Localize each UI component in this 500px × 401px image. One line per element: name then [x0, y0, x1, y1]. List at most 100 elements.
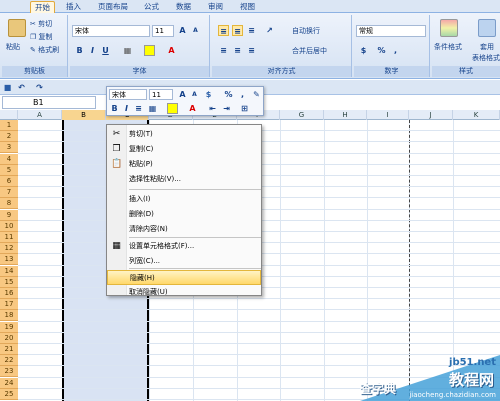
fill-color-icon[interactable] — [144, 45, 155, 56]
row-header[interactable]: 2 — [0, 131, 18, 143]
percent-button[interactable]: % — [376, 45, 387, 56]
row-header[interactable]: 3 — [0, 142, 18, 154]
conditional-format-button[interactable]: 条件格式 — [434, 41, 462, 53]
context-menu-item[interactable]: 隐藏(H) — [107, 270, 261, 285]
font-name-select[interactable]: 宋体 — [72, 25, 150, 37]
mini-italic-button[interactable]: I — [121, 103, 132, 114]
context-menu-item[interactable]: 删除(D) — [107, 207, 261, 222]
shrink-font-button[interactable]: A — [190, 25, 201, 36]
column-header[interactable]: I — [367, 110, 409, 120]
select-all-corner[interactable] — [0, 110, 18, 120]
row-header[interactable]: 22 — [0, 355, 18, 367]
underline-button[interactable]: U — [100, 45, 111, 56]
name-box[interactable]: B1 — [2, 96, 96, 109]
cut-button[interactable]: ✂ 剪切 — [30, 18, 52, 30]
column-header[interactable]: K — [453, 110, 500, 120]
align-bottom-icon[interactable]: ≡ — [246, 25, 257, 36]
column-header[interactable]: J — [409, 110, 453, 120]
mini-borders-icon[interactable]: ▦ — [147, 103, 158, 114]
row-header[interactable]: 11 — [0, 232, 18, 243]
save-icon[interactable]: ■ — [2, 82, 13, 93]
wrap-text-button[interactable]: 自动换行 — [292, 25, 320, 37]
align-middle-icon[interactable]: ≡ — [232, 25, 243, 36]
mini-merge-icon[interactable]: ⊞ — [239, 103, 250, 114]
comma-button[interactable]: , — [390, 45, 401, 56]
bold-button[interactable]: B — [74, 45, 85, 56]
row-header[interactable]: 4 — [0, 153, 18, 165]
column-header[interactable]: G — [280, 110, 324, 120]
row-header[interactable]: 5 — [0, 164, 18, 176]
mini-decrease-decimal-icon[interactable]: ⇤ — [207, 103, 218, 114]
row-header[interactable]: 8 — [0, 198, 18, 210]
row-header[interactable]: 13 — [0, 254, 18, 266]
orientation-icon[interactable]: ↗ — [264, 25, 275, 36]
context-menu-item[interactable]: 📋 粘贴(P) — [107, 157, 261, 172]
row-header[interactable]: 18 — [0, 310, 18, 322]
row-header[interactable]: 1 — [0, 120, 18, 131]
currency-icon[interactable]: $ — [358, 45, 369, 56]
column-header[interactable]: B — [62, 110, 106, 120]
tab-view[interactable]: 视图 — [236, 1, 259, 13]
row-header[interactable]: 10 — [0, 220, 18, 232]
merge-center-button[interactable]: 合并后居中 — [292, 45, 327, 57]
row-header[interactable]: 21 — [0, 344, 18, 355]
mini-font-select[interactable]: 宋体 — [109, 89, 147, 100]
context-menu-item[interactable]: ❐ 复制(C) — [107, 142, 261, 157]
context-menu-item[interactable]: ✂ 剪切(T) — [107, 127, 261, 142]
column-header[interactable]: A — [18, 110, 62, 120]
context-menu-item[interactable]: 列宽(C)... — [107, 254, 261, 269]
row-header[interactable]: 7 — [0, 187, 18, 199]
font-color-icon[interactable]: A — [166, 45, 177, 56]
tab-insert[interactable]: 插入 — [62, 1, 85, 13]
mini-align-icon[interactable]: ≡ — [133, 103, 144, 114]
mini-size-select[interactable]: 11 — [149, 89, 173, 100]
column-header[interactable]: H — [324, 110, 367, 120]
row-header[interactable]: 23 — [0, 366, 18, 378]
context-menu-item[interactable]: 清除内容(N) — [107, 222, 261, 237]
italic-button[interactable]: I — [87, 45, 98, 56]
tab-data[interactable]: 数据 — [172, 1, 195, 13]
row-header[interactable]: 24 — [0, 377, 18, 389]
align-center-icon[interactable]: ≡ — [232, 45, 243, 56]
mini-bold-button[interactable]: B — [109, 103, 120, 114]
mini-shrink-font-icon[interactable]: A — [189, 89, 200, 100]
row-header[interactable]: 25 — [0, 388, 18, 400]
mini-font-color-icon[interactable]: A — [187, 103, 198, 114]
row-header[interactable]: 12 — [0, 243, 18, 255]
borders-icon[interactable]: ▦ — [122, 45, 133, 56]
redo-icon[interactable]: ↷ — [34, 82, 45, 93]
context-menu-item[interactable]: ▦ 设置单元格格式(F)... — [107, 239, 261, 254]
tab-home[interactable]: 开始 — [30, 1, 55, 13]
row-header[interactable]: 16 — [0, 288, 18, 299]
align-right-icon[interactable]: ≡ — [246, 45, 257, 56]
row-header[interactable]: 15 — [0, 276, 18, 288]
grow-font-button[interactable]: A — [177, 25, 188, 36]
align-top-icon[interactable]: ≡ — [218, 25, 229, 36]
row-header[interactable]: 9 — [0, 209, 18, 221]
mini-increase-decimal-icon[interactable]: ⇥ — [221, 103, 232, 114]
mini-grow-font-icon[interactable]: A — [177, 89, 188, 100]
tab-review[interactable]: 审阅 — [204, 1, 227, 13]
tab-formulas[interactable]: 公式 — [140, 1, 163, 13]
row-header[interactable]: 19 — [0, 321, 18, 333]
align-left-icon[interactable]: ≡ — [218, 45, 229, 56]
format-painter-button[interactable]: ✎ 格式刷 — [30, 44, 59, 56]
row-header[interactable]: 14 — [0, 265, 18, 277]
font-size-select[interactable]: 11 — [152, 25, 174, 37]
tab-page-layout[interactable]: 页面布局 — [94, 1, 132, 13]
mini-currency-icon[interactable]: $ — [203, 89, 214, 100]
mini-percent-button[interactable]: % — [223, 89, 234, 100]
row-header[interactable]: 6 — [0, 176, 18, 187]
context-menu-item[interactable]: 取消隐藏(U) — [107, 285, 261, 300]
row-header[interactable]: 20 — [0, 332, 18, 344]
copy-button[interactable]: ❐ 复制 — [30, 31, 53, 43]
mini-format-painter-icon[interactable]: ✎ — [251, 89, 262, 100]
row-header[interactable]: 17 — [0, 299, 18, 311]
undo-icon[interactable]: ↶ — [16, 82, 27, 93]
mini-fill-color-icon[interactable] — [167, 103, 178, 114]
paste-button[interactable]: 粘贴 — [6, 41, 20, 53]
context-menu-item[interactable]: 插入(I) — [107, 192, 261, 207]
context-menu-item[interactable]: 选择性粘贴(V)... — [107, 172, 261, 187]
mini-comma-button[interactable]: , — [237, 89, 248, 100]
number-format-select[interactable]: 常规 — [356, 25, 426, 37]
